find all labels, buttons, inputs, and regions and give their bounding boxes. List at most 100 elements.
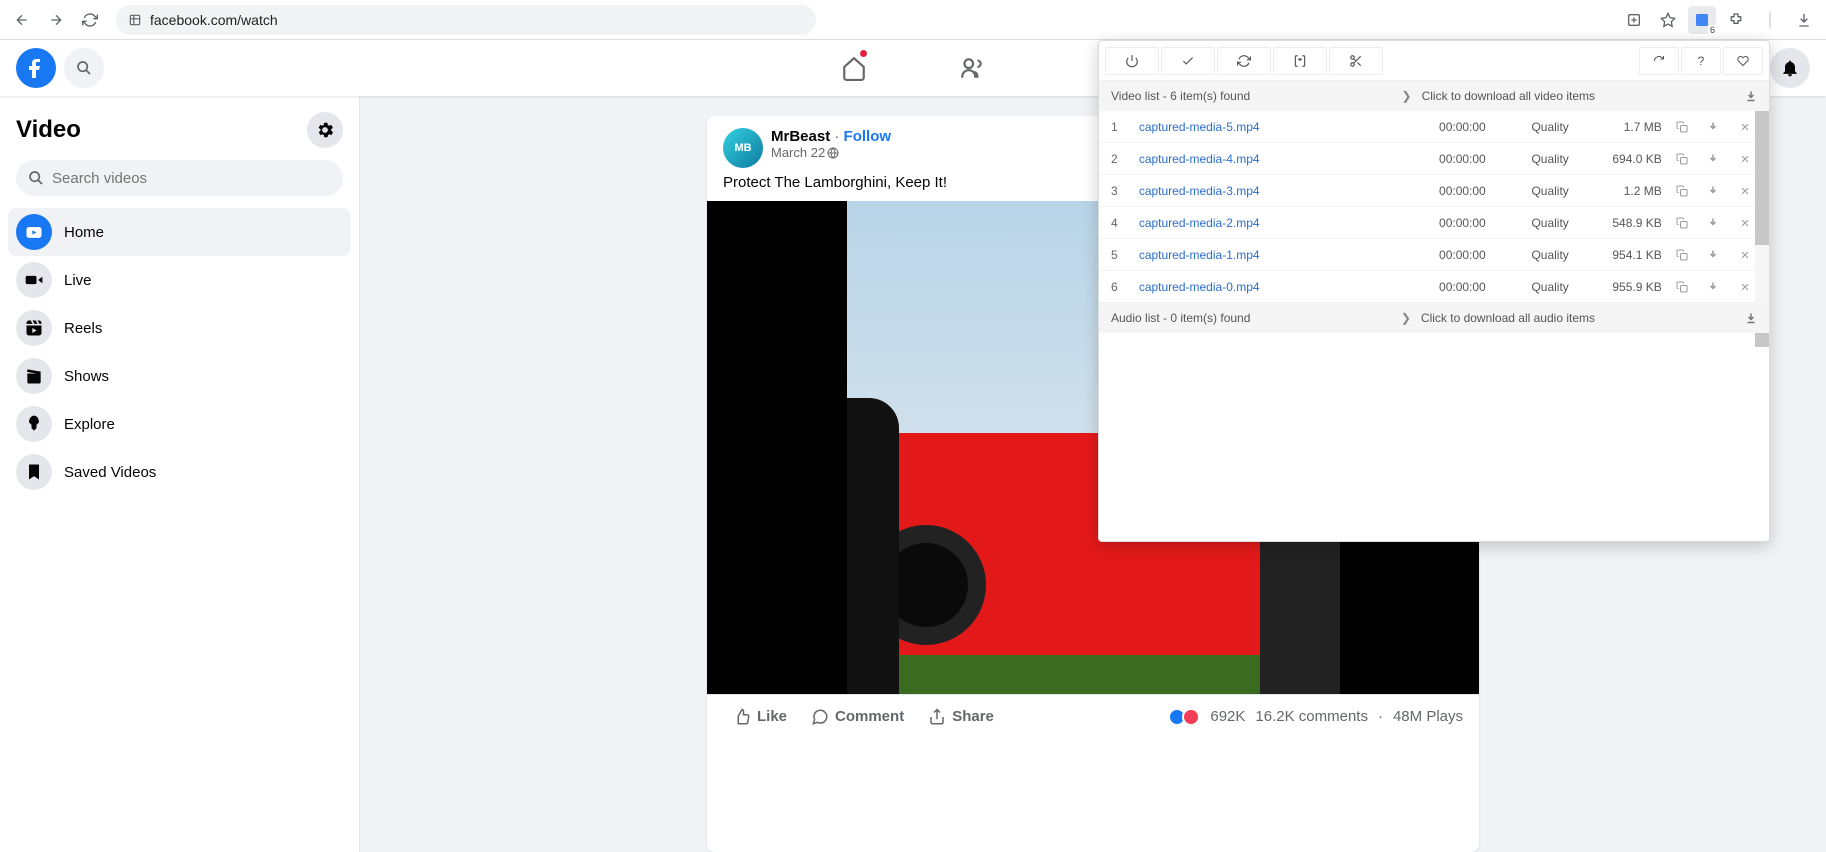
- thumb-up-icon: [733, 708, 751, 726]
- follow-link[interactable]: Follow: [844, 128, 892, 145]
- downloader-extension-button[interactable]: 6: [1688, 6, 1716, 34]
- item-index: 6: [1111, 280, 1125, 294]
- script-button[interactable]: [1273, 47, 1327, 75]
- video-item-row: 2captured-media-4.mp400:00:00Quality694.…: [1099, 143, 1769, 175]
- item-filename[interactable]: captured-media-5.mp4: [1139, 120, 1379, 134]
- audio-list-header: Audio list - 0 item(s) found ❯ Click to …: [1099, 303, 1769, 333]
- avatar[interactable]: MB: [723, 128, 763, 168]
- download-all-audio-link[interactable]: Click to download all audio items: [1421, 311, 1595, 325]
- film-icon: [16, 310, 52, 346]
- sidebar-item-shows[interactable]: Shows: [8, 352, 351, 400]
- download-button[interactable]: [1707, 217, 1725, 229]
- download-button[interactable]: [1707, 185, 1725, 197]
- tab-home[interactable]: [799, 40, 909, 96]
- video-item-row: 3 captured-media-3.mp4 00:00:00 Quality 1.2 …: [1099, 175, 1769, 207]
- chevron-right-icon: ❯: [1401, 311, 1411, 325]
- item-quality: Quality: [1500, 120, 1569, 134]
- refresh-button[interactable]: [76, 6, 104, 34]
- refresh-tool-button[interactable]: [1217, 47, 1271, 75]
- divider: |: [1756, 6, 1784, 34]
- download-button[interactable]: [1707, 249, 1725, 261]
- download-all-videos-link[interactable]: Click to download all video items: [1422, 89, 1595, 103]
- tab-friends[interactable]: [917, 40, 1027, 96]
- tool-refresh-button[interactable]: [1639, 47, 1679, 75]
- share-button[interactable]: Share: [918, 702, 1004, 732]
- scrollbar-thumb[interactable]: [1755, 111, 1769, 245]
- comment-button[interactable]: Comment: [801, 702, 914, 732]
- url-text: facebook.com/watch: [150, 12, 278, 28]
- item-size: 954.1 KB: [1583, 248, 1662, 262]
- stats-sep: ·: [1378, 708, 1383, 725]
- item-size: 694.0 KB: [1583, 152, 1662, 166]
- downloads-button[interactable]: [1790, 6, 1818, 34]
- item-duration: 00:00:00: [1407, 216, 1486, 230]
- item-index: 3: [1111, 184, 1125, 198]
- sidebar-item-reels[interactable]: Reels: [8, 304, 351, 352]
- item-duration: 00:00:00: [1407, 248, 1486, 262]
- scissors-button[interactable]: [1329, 47, 1383, 75]
- share-icon: [928, 708, 946, 726]
- extensions-button[interactable]: [1722, 6, 1750, 34]
- post-date[interactable]: March 22: [771, 145, 825, 160]
- reactions-icons[interactable]: [1168, 708, 1200, 726]
- copy-button[interactable]: [1676, 121, 1694, 133]
- download-button[interactable]: [1707, 281, 1725, 293]
- item-filename[interactable]: captured-media-3.mp4: [1139, 184, 1379, 198]
- video-item-row: 5captured-media-1.mp400:00:00Quality954.…: [1099, 239, 1769, 271]
- sidebar-item-live[interactable]: Live: [8, 256, 351, 304]
- play-count[interactable]: 48M Plays: [1393, 708, 1463, 725]
- install-button[interactable]: [1620, 6, 1648, 34]
- download-all-button[interactable]: [1745, 90, 1757, 102]
- item-size: 1.2 MB: [1583, 184, 1662, 198]
- video-item-row: 4captured-media-2.mp400:00:00Quality548.…: [1099, 207, 1769, 239]
- sidebar-item-home[interactable]: Home: [8, 208, 351, 256]
- favorite-button[interactable]: [1723, 47, 1763, 75]
- sidebar-item-label: Shows: [64, 368, 109, 385]
- settings-button[interactable]: [307, 112, 343, 148]
- notifications-button[interactable]: [1770, 48, 1810, 88]
- author-name[interactable]: MrBeast: [771, 128, 830, 145]
- rocket-icon: [16, 406, 52, 442]
- copy-button[interactable]: [1676, 185, 1694, 197]
- help-button[interactable]: ?: [1681, 47, 1721, 75]
- sidebar-search-input[interactable]: [52, 170, 331, 187]
- comment-count[interactable]: 16.2K comments: [1255, 708, 1368, 725]
- power-button[interactable]: [1105, 47, 1159, 75]
- scrollbar-track[interactable]: [1755, 111, 1769, 303]
- item-duration: 00:00:00: [1407, 184, 1486, 198]
- item-filename[interactable]: captured-media-2.mp4: [1139, 216, 1379, 230]
- gear-icon: [315, 120, 335, 140]
- reaction-count[interactable]: 692K: [1210, 708, 1245, 725]
- item-filename[interactable]: captured-media-4.mp4: [1139, 152, 1379, 166]
- copy-button[interactable]: [1676, 153, 1694, 165]
- item-filename[interactable]: captured-media-0.mp4: [1139, 280, 1379, 294]
- download-button[interactable]: [1707, 153, 1725, 165]
- check-button[interactable]: [1161, 47, 1215, 75]
- header-search-button[interactable]: [64, 48, 104, 88]
- sidebar-search[interactable]: [16, 160, 343, 196]
- download-all-audio-button[interactable]: [1745, 312, 1757, 324]
- item-quality: Quality: [1500, 152, 1569, 166]
- forward-button[interactable]: [42, 6, 70, 34]
- item-quality: Quality: [1500, 184, 1569, 198]
- copy-button[interactable]: [1676, 281, 1694, 293]
- item-filename[interactable]: captured-media-1.mp4: [1139, 248, 1379, 262]
- bookmark-button[interactable]: [1654, 6, 1682, 34]
- facebook-logo[interactable]: [16, 48, 56, 88]
- sidebar-item-explore[interactable]: Explore: [8, 400, 351, 448]
- item-quality: Quality: [1500, 280, 1569, 294]
- like-button[interactable]: Like: [723, 702, 797, 732]
- scrollbar-thumb[interactable]: [1755, 333, 1769, 347]
- url-bar[interactable]: facebook.com/watch: [116, 5, 816, 35]
- video-icon: [16, 262, 52, 298]
- download-button[interactable]: [1707, 121, 1725, 133]
- sidebar-item-saved[interactable]: Saved Videos: [8, 448, 351, 496]
- copy-button[interactable]: [1676, 249, 1694, 261]
- search-icon: [28, 170, 44, 186]
- home-icon: [841, 55, 867, 81]
- site-icon: [128, 13, 142, 27]
- copy-button[interactable]: [1676, 217, 1694, 229]
- back-button[interactable]: [8, 6, 36, 34]
- item-duration: 00:00:00: [1407, 152, 1486, 166]
- video-sidebar: Video Home Live Reels Shows Explore: [0, 96, 360, 852]
